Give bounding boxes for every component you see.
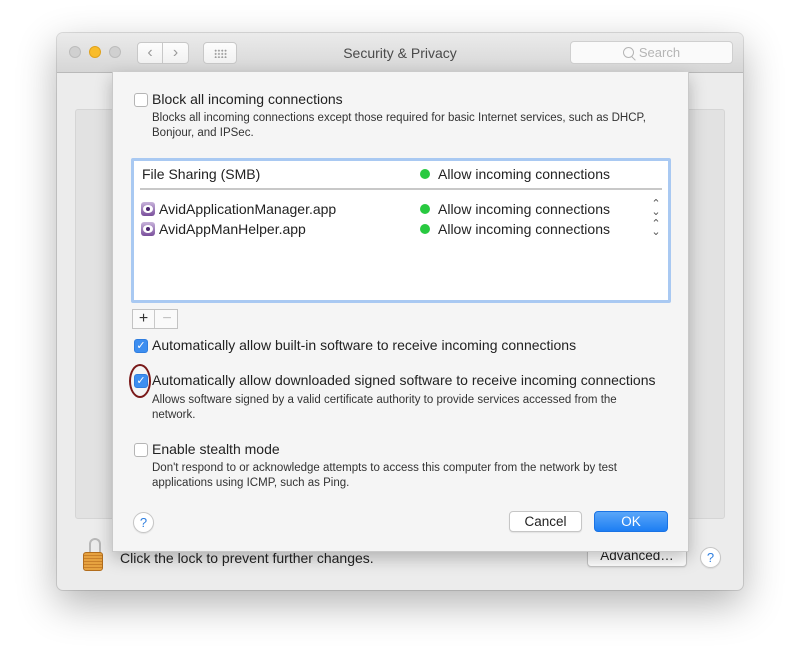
auto-builtin-label: Automatically allow built-in software to… (152, 337, 577, 353)
block-all-description: Blocks all incoming connections except t… (152, 112, 646, 139)
cancel-button[interactable]: Cancel (509, 511, 582, 532)
service-row[interactable]: File Sharing (SMB) Allow incoming connec… (134, 164, 668, 184)
stealth-mode-label: Enable stealth mode (152, 441, 280, 457)
stealth-mode-checkbox[interactable] (134, 443, 148, 457)
updown-chevron-icon[interactable]: ⌃ ⌄ (651, 219, 661, 238)
block-all-label: Block all incoming connections (152, 91, 343, 107)
title-bar: ‹ › Security & Privacy Search (57, 33, 743, 73)
app-name: AvidApplicationManager.app (159, 201, 337, 217)
lock-icon[interactable] (83, 538, 103, 572)
status-dot-icon (420, 204, 430, 214)
avid-app-icon (141, 222, 155, 236)
add-remove-control: + − (132, 309, 178, 329)
updown-chevron-icon[interactable]: ⌃ ⌄ (651, 199, 661, 218)
status-dot-icon (420, 224, 430, 234)
remove-app-button[interactable]: − (156, 310, 178, 328)
search-icon (622, 47, 634, 58)
search-placeholder: Search (638, 45, 681, 60)
app-name: AvidAppManHelper.app (159, 221, 306, 237)
auto-signed-checkbox[interactable]: ✓ (134, 374, 148, 388)
sheet-help-button[interactable]: ? (133, 512, 154, 533)
ok-button[interactable]: OK (594, 511, 668, 532)
stealth-mode-description: Don't respond to or acknowledge attempts… (152, 462, 617, 489)
add-app-button[interactable]: + (133, 310, 155, 328)
service-name: File Sharing (SMB) (142, 166, 261, 182)
avid-app-icon (141, 202, 155, 216)
list-divider (140, 188, 662, 190)
firewall-app-list[interactable]: File Sharing (SMB) Allow incoming connec… (131, 158, 671, 303)
block-all-checkbox[interactable] (134, 93, 148, 107)
auto-builtin-checkbox[interactable]: ✓ (134, 339, 148, 353)
app-row[interactable]: AvidAppManHelper.app Allow incoming conn… (134, 219, 668, 239)
auto-signed-label: Automatically allow downloaded signed so… (152, 372, 656, 388)
help-button[interactable]: ? (700, 547, 721, 568)
lock-body (83, 552, 103, 571)
auto-signed-description: Allows software signed by a valid certif… (152, 394, 617, 421)
status-dot-icon (420, 169, 430, 179)
lock-status-text: Click the lock to prevent further change… (120, 550, 374, 566)
app-status-select[interactable]: Allow incoming connections (438, 201, 610, 217)
app-status-select[interactable]: Allow incoming connections (438, 221, 610, 237)
firewall-options-sheet: Block all incoming connections Blocks al… (112, 72, 689, 552)
service-status: Allow incoming connections (438, 166, 610, 182)
search-field[interactable]: Search (570, 41, 733, 64)
app-row[interactable]: AvidApplicationManager.app Allow incomin… (134, 199, 668, 219)
